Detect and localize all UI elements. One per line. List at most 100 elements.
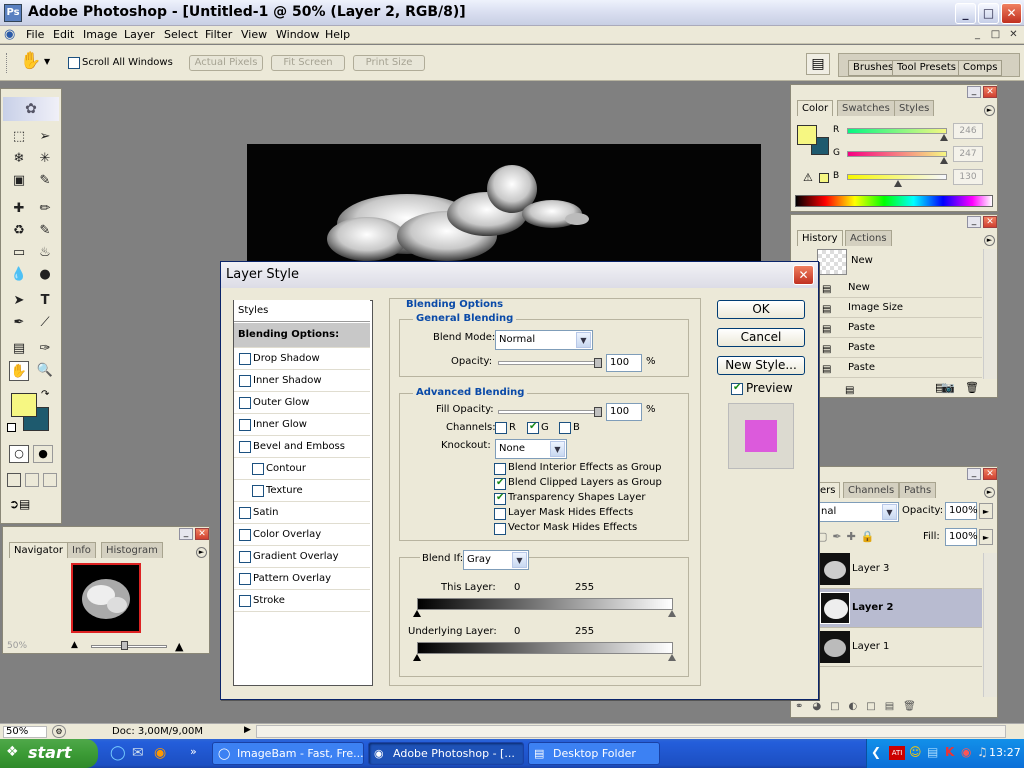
- document-canvas[interactable]: [247, 144, 761, 264]
- style-checkbox[interactable]: [239, 595, 251, 607]
- tab-info[interactable]: Info: [67, 542, 96, 558]
- paint-bucket-tool-icon[interactable]: ♨: [35, 243, 55, 263]
- dialog-close-button[interactable]: ✕: [793, 265, 814, 285]
- advanced-option-checkbox[interactable]: [494, 492, 506, 505]
- lasso-tool-icon[interactable]: ❄: [9, 149, 29, 169]
- style-checkbox[interactable]: [239, 441, 251, 453]
- style-item-gradient-overlay[interactable]: Gradient Overlay: [234, 546, 370, 568]
- move-tool-icon[interactable]: ➢: [35, 127, 55, 147]
- healing-brush-tool-icon[interactable]: ✚: [9, 199, 29, 219]
- this-layer-black-slider[interactable]: [413, 610, 421, 617]
- eyedropper-tool-icon[interactable]: ✑: [35, 339, 55, 359]
- color-panel-minimize[interactable]: _: [967, 86, 981, 98]
- tab-color[interactable]: Color: [797, 100, 834, 116]
- channel-b-checkbox[interactable]: [559, 422, 571, 434]
- style-checkbox[interactable]: [239, 375, 251, 387]
- start-button[interactable]: ❖ start: [0, 739, 98, 768]
- style-checkbox[interactable]: [239, 529, 251, 541]
- outlook-quicklaunch-icon[interactable]: ✉: [132, 745, 144, 761]
- standard-mode-icon[interactable]: ○: [9, 445, 29, 463]
- quick-mask-mode-icon[interactable]: ●: [33, 445, 53, 463]
- styles-header[interactable]: Styles: [234, 300, 370, 322]
- delete-state-icon[interactable]: 🗑: [965, 381, 979, 394]
- file-browser-icon[interactable]: ▤: [806, 53, 830, 75]
- layers-panel-menu-icon[interactable]: ►: [984, 487, 995, 498]
- color-panel-close[interactable]: ✕: [983, 86, 997, 98]
- style-item-bevel-and-emboss[interactable]: Bevel and Emboss: [234, 436, 370, 458]
- lock-icons[interactable]: ▢✒✚🔒: [817, 530, 880, 543]
- task-photoshop[interactable]: ◉ Adobe Photoshop - [...: [368, 742, 524, 765]
- fit-screen-button[interactable]: Fit Screen: [271, 55, 345, 71]
- gamut-color-swatch[interactable]: [819, 173, 829, 183]
- menu-view[interactable]: View: [241, 28, 267, 41]
- well-tab-brushes[interactable]: Brushes: [848, 60, 899, 76]
- history-row[interactable]: ▤ New: [818, 278, 982, 298]
- tab-histogram[interactable]: Histogram: [101, 542, 163, 558]
- menu-help[interactable]: Help: [325, 28, 350, 41]
- jump-to-imageready-icon[interactable]: ➲▤: [9, 497, 53, 515]
- blending-options-item[interactable]: Blending Options: Custom: [234, 323, 370, 364]
- status-menu-arrow-icon[interactable]: ▶: [244, 725, 251, 735]
- blend-mode-select[interactable]: Normal ▼: [495, 330, 593, 350]
- zoom-tool-icon[interactable]: 🔍: [35, 361, 55, 381]
- underlying-white-slider[interactable]: [668, 654, 676, 661]
- slice-tool-icon[interactable]: ✎: [35, 171, 55, 191]
- style-item-stroke[interactable]: Stroke: [234, 590, 370, 612]
- style-checkbox[interactable]: [239, 397, 251, 409]
- style-checkbox[interactable]: [239, 573, 251, 585]
- menu-file[interactable]: File: [26, 28, 44, 41]
- menu-layer[interactable]: Layer: [124, 28, 155, 41]
- style-checkbox[interactable]: [239, 507, 251, 519]
- layers-bottom-icons[interactable]: ⚭◕□◐□▤🗑: [795, 701, 925, 712]
- g-value-field[interactable]: 247: [953, 146, 983, 162]
- status-scrollbar[interactable]: [256, 725, 1006, 738]
- doc-restore-button[interactable]: □: [988, 28, 1003, 42]
- opacity-arrow-icon[interactable]: ►: [979, 503, 993, 519]
- history-panel-close[interactable]: ✕: [983, 216, 997, 228]
- task-imagebam[interactable]: ◯ ImageBam - Fast, Fre...: [212, 742, 364, 765]
- screen-mode-full-menu-icon[interactable]: [25, 473, 39, 487]
- tab-actions[interactable]: Actions: [845, 230, 892, 246]
- panel-foreground-swatch[interactable]: [797, 125, 817, 145]
- r-slider[interactable]: [847, 128, 947, 134]
- menu-image[interactable]: Image: [83, 28, 117, 41]
- advanced-option-checkbox[interactable]: [494, 508, 506, 520]
- history-panel-minimize[interactable]: _: [967, 216, 981, 228]
- g-slider-thumb[interactable]: [939, 157, 948, 164]
- zoom-out-icon[interactable]: ▲: [71, 640, 78, 650]
- layers-panel-close[interactable]: ✕: [983, 468, 997, 480]
- tab-styles[interactable]: Styles: [894, 100, 935, 116]
- underlying-layer-gradient-bar[interactable]: [417, 642, 673, 654]
- layer-opacity-field[interactable]: 100%: [945, 502, 978, 520]
- navigator-zoom-thumb[interactable]: [121, 641, 128, 650]
- navigator-panel-menu-icon[interactable]: ►: [196, 547, 207, 558]
- actual-pixels-button[interactable]: Actual Pixels: [189, 55, 263, 71]
- notes-tool-icon[interactable]: ▤: [9, 339, 29, 359]
- layer-row-layer-2[interactable]: Layer 2: [818, 589, 982, 628]
- advanced-option-checkbox[interactable]: [494, 477, 506, 490]
- default-colors-icon[interactable]: [7, 423, 16, 432]
- opacity-slider[interactable]: [498, 361, 600, 365]
- print-size-button[interactable]: Print Size: [353, 55, 425, 71]
- options-gripper[interactable]: [6, 53, 14, 73]
- tray-collapse-icon[interactable]: ❮: [871, 745, 881, 759]
- ie-quicklaunch-icon[interactable]: ◯: [110, 745, 126, 761]
- hand-tool-preset-icon[interactable]: ✋: [20, 51, 41, 71]
- style-checkbox[interactable]: [239, 419, 251, 431]
- restore-button[interactable]: □: [978, 3, 999, 24]
- history-row[interactable]: ▤ Paste: [818, 318, 982, 338]
- r-value-field[interactable]: 246: [953, 123, 983, 139]
- history-brush-tool-icon[interactable]: ✎: [35, 221, 55, 241]
- crop-tool-icon[interactable]: ▣: [9, 171, 29, 191]
- volume-tray-icon[interactable]: ♫: [977, 745, 988, 759]
- document-icon[interactable]: ◉: [4, 27, 20, 43]
- r-slider-thumb[interactable]: [939, 134, 948, 141]
- fill-opacity-slider-thumb[interactable]: [594, 407, 602, 417]
- foreground-color-swatch[interactable]: [11, 393, 37, 417]
- b-value-field[interactable]: 130: [953, 169, 983, 185]
- hand-tool-icon[interactable]: ✋: [9, 361, 29, 381]
- history-row[interactable]: ▤ Paste: [818, 358, 982, 378]
- style-checkbox[interactable]: [239, 551, 251, 563]
- tab-paths[interactable]: Paths: [899, 482, 937, 498]
- blend-if-select[interactable]: Gray ▼: [463, 550, 529, 570]
